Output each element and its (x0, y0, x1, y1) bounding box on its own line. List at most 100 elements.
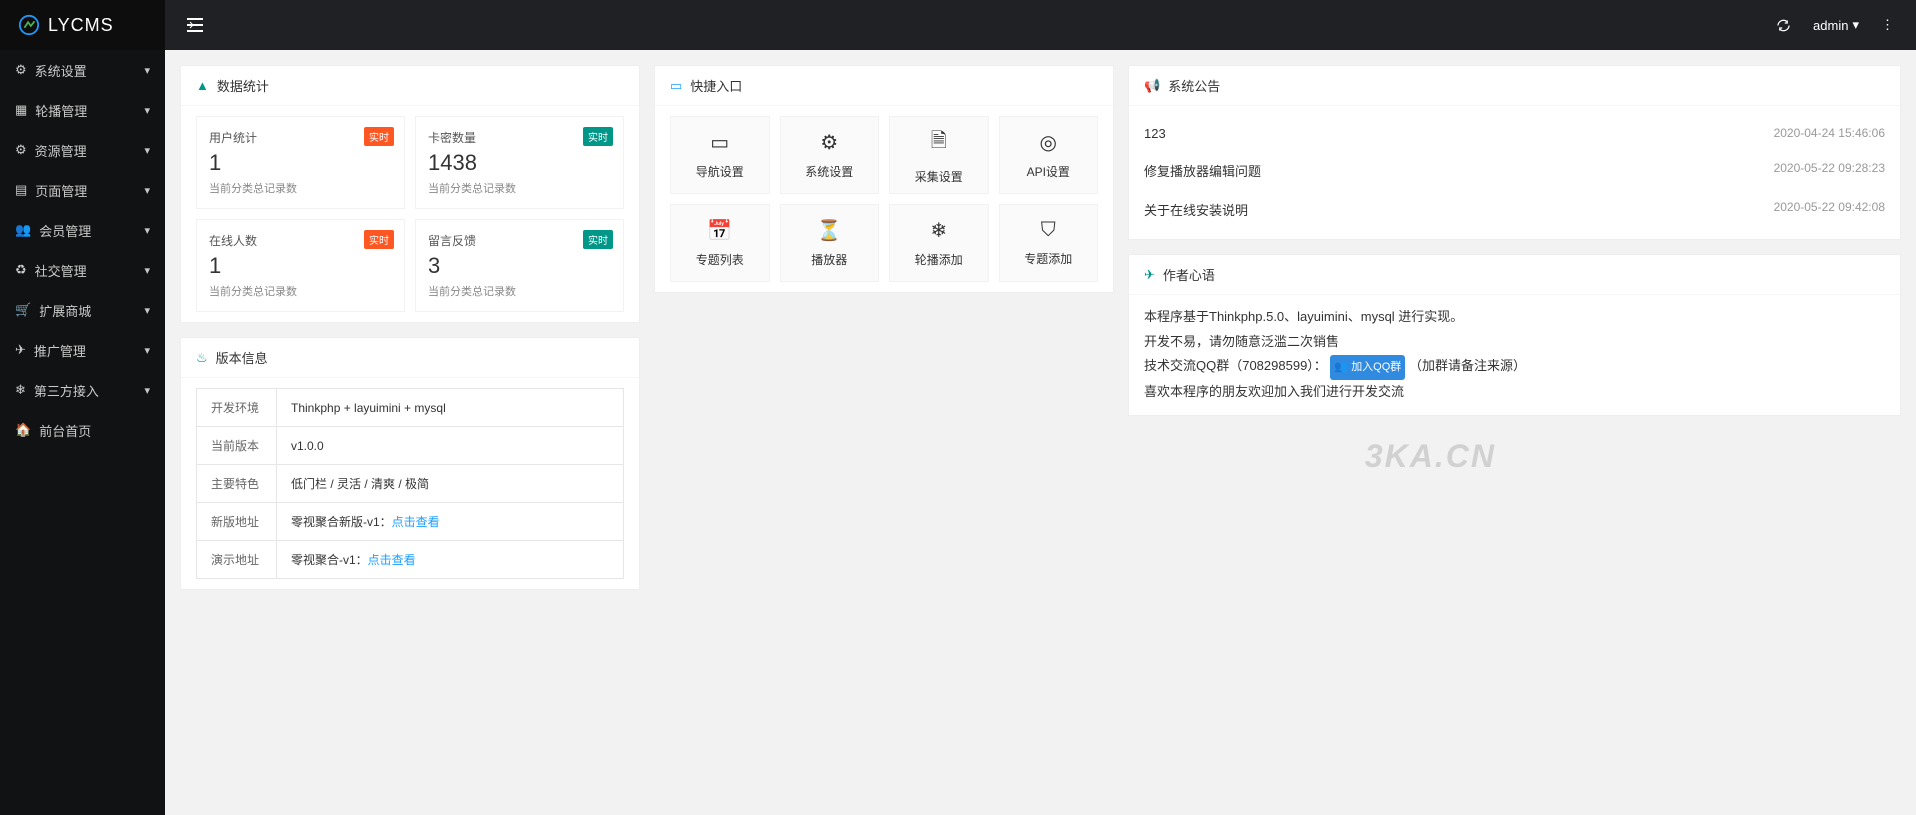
stat-users[interactable]: 用户统计 1 当前分类总记录数 实时 (196, 116, 405, 209)
new-version-link[interactable]: 点击查看 (392, 515, 440, 529)
hourglass-icon: ⏳ (817, 218, 842, 243)
file-icon: 🗎 (931, 126, 947, 160)
chevron-down-icon: ▾ (144, 304, 150, 317)
quick-collect-settings[interactable]: 🗎 采集设置 (889, 116, 989, 194)
quick-carousel-add[interactable]: ❄ 轮播添加 (889, 204, 989, 282)
demo-link[interactable]: 点击查看 (368, 553, 416, 567)
main-content: ▲ 数据统计 用户统计 1 当前分类总记录数 实时 卡密数量 1438 当前分类… (165, 50, 1916, 605)
brand-text: LYCMS (48, 15, 114, 36)
author-line: 本程序基于Thinkphp.5.0、layuimini、mysql 进行实现。 (1144, 305, 1885, 330)
card-title: 版本信息 (216, 348, 268, 367)
calendar-icon: 📅 (707, 218, 732, 243)
nav-label: 扩展商城 (39, 301, 91, 320)
user-label: admin (1813, 18, 1848, 33)
chevron-down-icon: ▾ (144, 384, 150, 397)
realtime-badge: 实时 (583, 230, 613, 249)
realtime-badge: 实时 (364, 230, 394, 249)
version-card: ♨ 版本信息 开发环境 Thinkphp + layuimini + mysql… (180, 337, 640, 590)
card-title: 数据统计 (217, 76, 269, 95)
chevron-down-icon: ▾ (1852, 17, 1859, 33)
logo-icon (18, 14, 40, 36)
nav-label: 系统设置 (35, 61, 87, 80)
user-menu[interactable]: admin ▾ (1813, 17, 1859, 33)
nav-carousel[interactable]: ▦ 轮播管理 ▾ (0, 90, 165, 130)
author-card: ✈ 作者心语 本程序基于Thinkphp.5.0、layuimini、mysql… (1128, 254, 1901, 416)
quick-system-settings[interactable]: ⚙ 系统设置 (780, 116, 880, 194)
nav-label: 推广管理 (34, 341, 86, 360)
more-menu-icon[interactable]: ⋮ (1881, 17, 1894, 33)
author-line: 开发不易，请勿随意泛滥二次销售 (1144, 330, 1885, 355)
windows-icon: ▤ (15, 182, 27, 198)
nav-extension[interactable]: 🛒 扩展商城 ▾ (0, 290, 165, 330)
card-title: 作者心语 (1163, 265, 1215, 284)
nav-home[interactable]: 🏠 前台首页 (0, 410, 165, 450)
nav-label: 前台首页 (39, 421, 91, 440)
asterisk-icon: ❄ (15, 382, 26, 398)
stats-card: ▲ 数据统计 用户统计 1 当前分类总记录数 实时 卡密数量 1438 当前分类… (180, 65, 640, 323)
nav-label: 社交管理 (35, 261, 87, 280)
notice-item[interactable]: 123 2020-04-24 15:46:06 (1144, 116, 1885, 151)
chevron-down-icon: ▾ (144, 344, 150, 357)
notice-item[interactable]: 关于在线安装说明 2020-05-22 09:42:08 (1144, 190, 1885, 229)
notice-item[interactable]: 修复播放器编辑问题 2020-05-22 09:28:23 (1144, 151, 1885, 190)
recycle-icon: ♻ (15, 262, 27, 278)
table-row: 开发环境 Thinkphp + layuimini + mysql (197, 389, 624, 427)
chevron-down-icon: ▾ (144, 184, 150, 197)
card-icon: ▭ (670, 78, 682, 94)
logo[interactable]: LYCMS (0, 0, 165, 50)
refresh-icon[interactable] (1776, 18, 1791, 33)
collapse-sidebar-icon[interactable] (187, 18, 203, 32)
nav-third-party[interactable]: ❄ 第三方接入 ▾ (0, 370, 165, 410)
stat-online[interactable]: 在线人数 1 当前分类总记录数 实时 (196, 219, 405, 312)
send-icon: ✈ (1144, 267, 1155, 283)
target-icon: ◎ (1040, 130, 1057, 155)
quick-nav-settings[interactable]: ▭ 导航设置 (670, 116, 770, 194)
author-qq-line: 技术交流QQ群（708298599）： 👥 加入QQ群 （加群请备注来源） (1144, 354, 1885, 380)
quick-api-settings[interactable]: ◎ API设置 (999, 116, 1099, 194)
nav-label: 轮播管理 (35, 101, 87, 120)
home-icon: 🏠 (15, 422, 31, 438)
chevron-down-icon: ▾ (144, 224, 150, 237)
bullhorn-icon: 📢 (1144, 78, 1160, 94)
quick-player[interactable]: ⏳ 播放器 (780, 204, 880, 282)
table-row: 新版地址 零视聚合新版-v1：点击查看 (197, 503, 624, 541)
chevron-down-icon: ▾ (144, 144, 150, 157)
send-icon: ✈ (15, 342, 26, 358)
stat-cards[interactable]: 卡密数量 1438 当前分类总记录数 实时 (415, 116, 624, 209)
nav-page[interactable]: ▤ 页面管理 ▾ (0, 170, 165, 210)
header-right: admin ▾ ⋮ (1776, 17, 1916, 33)
warning-icon: ▲ (196, 78, 209, 93)
table-row: 当前版本 v1.0.0 (197, 427, 624, 465)
chevron-down-icon: ▾ (144, 264, 150, 277)
images-icon: ▦ (15, 102, 27, 118)
author-line: 喜欢本程序的朋友欢迎加入我们进行开发交流 (1144, 380, 1885, 405)
realtime-badge: 实时 (583, 127, 613, 146)
nav-system-settings[interactable]: ⚙ 系统设置 ▾ (0, 50, 165, 90)
cogs-icon: ⚙ (820, 130, 838, 155)
cart-icon: 🛒 (15, 302, 31, 318)
window-icon: ▭ (710, 130, 729, 155)
quick-card: ▭ 快捷入口 ▭ 导航设置 ⚙ 系统设置 🗎 采集设置 (654, 65, 1114, 293)
sidebar: ⚙ 系统设置 ▾ ▦ 轮播管理 ▾ ⚙ 资源管理 ▾ ▤ 页面管理 ▾ 👥 会员… (0, 50, 165, 815)
realtime-badge: 实时 (364, 127, 394, 146)
nav-promotion[interactable]: ✈ 推广管理 ▾ (0, 330, 165, 370)
table-row: 主要特色 低门栏 / 灵活 / 清爽 / 极简 (197, 465, 624, 503)
nav-label: 资源管理 (35, 141, 87, 160)
table-row: 演示地址 零视聚合-v1：点击查看 (197, 541, 624, 579)
fire-icon: ♨ (196, 350, 208, 366)
quick-topic-list[interactable]: 📅 专题列表 (670, 204, 770, 282)
qq-group-badge[interactable]: 👥 加入QQ群 (1330, 355, 1405, 380)
nav-label: 第三方接入 (34, 381, 99, 400)
header-left (165, 18, 203, 32)
cogs-icon: ⚙ (15, 142, 27, 158)
notice-card: 📢 系统公告 123 2020-04-24 15:46:06 修复播放器编辑问题… (1128, 65, 1901, 240)
nav-member[interactable]: 👥 会员管理 ▾ (0, 210, 165, 250)
nav-social[interactable]: ♻ 社交管理 ▾ (0, 250, 165, 290)
quick-topic-add[interactable]: ⛉ 专题添加 (999, 204, 1099, 282)
nav-label: 页面管理 (35, 181, 87, 200)
shield-icon: ⛉ (1041, 219, 1056, 242)
nav-resource[interactable]: ⚙ 资源管理 ▾ (0, 130, 165, 170)
card-title: 系统公告 (1168, 76, 1220, 95)
top-header: LYCMS admin ▾ ⋮ (0, 0, 1916, 50)
stat-feedback[interactable]: 留言反馈 3 当前分类总记录数 实时 (415, 219, 624, 312)
